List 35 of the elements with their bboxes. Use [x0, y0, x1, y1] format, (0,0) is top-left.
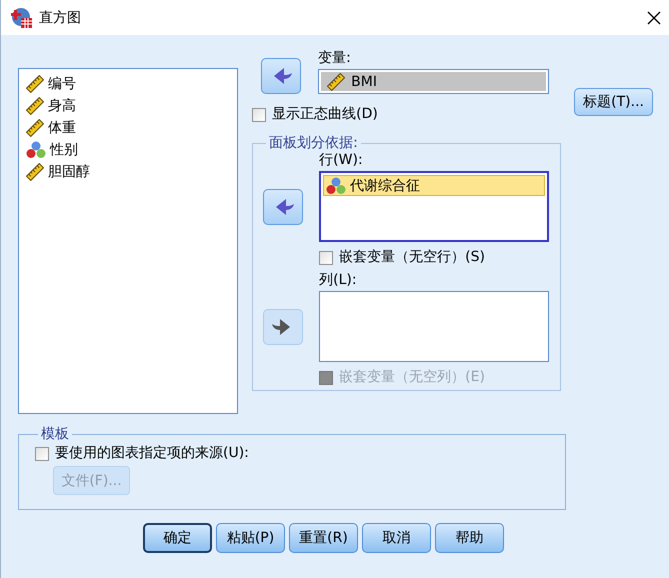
- variable-item[interactable]: 代谢综合征: [323, 175, 546, 196]
- variable-item[interactable]: 胆固醇: [24, 161, 232, 182]
- rows-list[interactable]: 代谢综合征: [319, 171, 550, 242]
- dialog-button[interactable]: 取消: [362, 523, 431, 553]
- balls-icon: [326, 176, 346, 194]
- variable-item[interactable]: 性别: [24, 139, 232, 160]
- checkbox[interactable]: [35, 446, 49, 460]
- dialog-button[interactable]: 重置(R): [289, 523, 358, 553]
- checkbox-label: 显示正态曲线(D): [272, 106, 378, 123]
- group-title: 面板划分依据:: [268, 135, 359, 152]
- move-button[interactable]: [263, 188, 304, 224]
- checkbox-label: 嵌套变量（无空列）(E): [339, 369, 485, 386]
- variable-item[interactable]: 编号: [24, 73, 232, 94]
- field-label: 变量:: [318, 50, 352, 67]
- variable-item[interactable]: 体重: [24, 117, 232, 138]
- columns-list[interactable]: [319, 291, 550, 362]
- dialog-button[interactable]: 粘贴(P): [216, 523, 285, 553]
- variable-field[interactable]: BMI: [318, 69, 550, 94]
- dialog-button[interactable]: 帮助: [435, 523, 504, 553]
- checkbox-label: 嵌套变量（无空行）(S): [339, 249, 485, 266]
- field-label: 行(W):: [319, 152, 364, 169]
- checkbox[interactable]: [252, 108, 266, 122]
- move-button[interactable]: [261, 58, 302, 94]
- file-button: 文件(F)...: [53, 466, 130, 495]
- variable-item[interactable]: 身高: [24, 95, 232, 116]
- titles-button[interactable]: 标题(T)...: [574, 88, 653, 116]
- window-title: 直方图: [39, 8, 82, 26]
- balls-icon: [26, 140, 46, 158]
- dialog-button[interactable]: 确定: [143, 523, 212, 553]
- group-title: 模板: [40, 426, 70, 443]
- checkbox-label: 要使用的图表指定项的来源(U):: [55, 445, 249, 462]
- close-icon[interactable]: [647, 10, 661, 24]
- checkbox[interactable]: [319, 250, 334, 264]
- field-label: 列(L):: [319, 272, 358, 289]
- app-icon: [11, 6, 33, 28]
